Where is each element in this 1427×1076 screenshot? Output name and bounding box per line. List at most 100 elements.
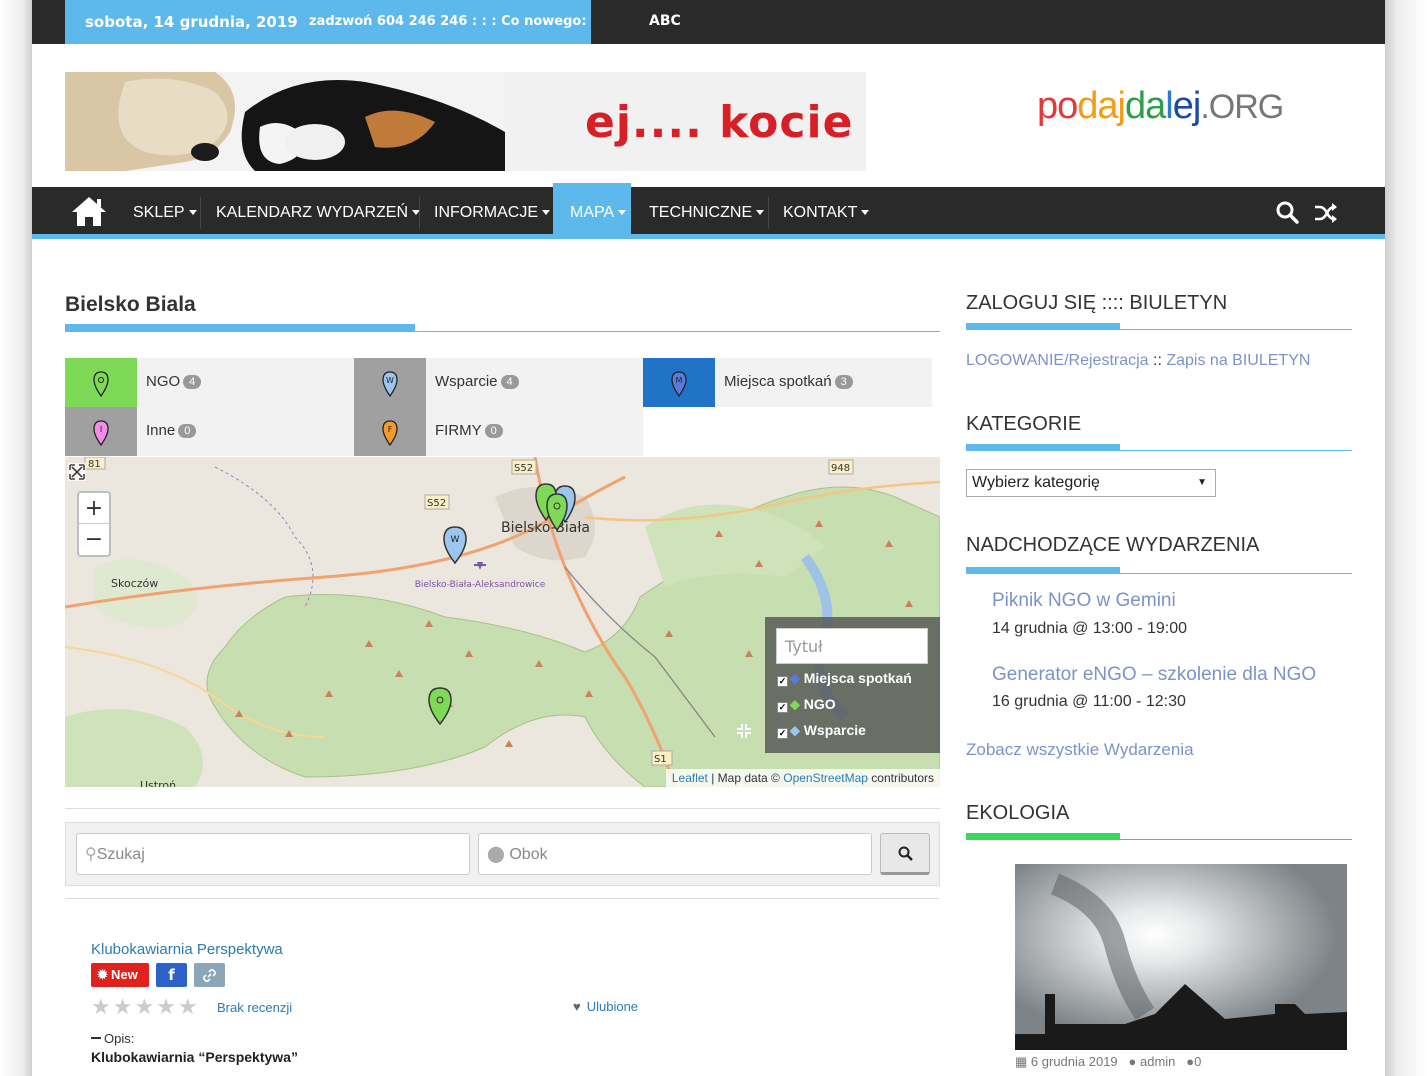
current-date: sobota, 14 grudnia, 2019 — [85, 13, 298, 31]
nav-item-kalendarz[interactable]: KALENDARZ WYDARZEŃ — [216, 187, 421, 239]
site-logo[interactable]: podajdalej.ORG — [1037, 85, 1284, 128]
zoom-out-button[interactable]: − — [79, 524, 109, 555]
category-inne[interactable]: I Inne 0 — [65, 407, 354, 456]
count-badge: 4 — [500, 375, 519, 389]
nav-item-techniczne[interactable]: TECHNICZNE — [649, 187, 765, 239]
post-author[interactable]: admin — [1140, 1054, 1175, 1069]
location-input[interactable]: ⬤ Obok — [478, 833, 872, 875]
search-submit-button[interactable] — [880, 833, 930, 875]
pin-firmy-icon: F — [354, 407, 426, 456]
pin-ngo-icon — [65, 358, 137, 407]
caret-down-icon — [756, 210, 765, 216]
new-badge: ✹ New — [91, 963, 149, 987]
search-input[interactable]: ⚲Szukaj — [76, 833, 470, 875]
widget-title-events: NADCHODZĄCE WYDARZENIA — [966, 534, 1260, 556]
fullscreen-icon[interactable] — [68, 463, 86, 481]
count-badge: 4 — [183, 375, 202, 389]
caret-down-icon — [188, 210, 197, 216]
checkbox-checked[interactable]: ✓ — [777, 728, 788, 739]
banner-slogan: ej.... kocie — [585, 97, 854, 148]
logo-org: .ORG — [1200, 88, 1284, 126]
facebook-icon[interactable]: f — [156, 963, 187, 987]
divider — [65, 808, 940, 809]
search-icon: ⚲ — [85, 846, 97, 863]
map-marker-ngo[interactable] — [427, 686, 453, 726]
comment-icon: ● — [1186, 1054, 1195, 1069]
favorite-button[interactable]: ♥ Ulubione — [573, 999, 638, 1014]
post-date[interactable]: 6 grudnia 2019 — [1031, 1054, 1118, 1069]
category-label: Inne 0 — [146, 422, 197, 439]
minus-icon[interactable] — [91, 1037, 101, 1039]
page-shadow-left — [0, 0, 32, 1076]
widget-title-ecology: EKOLOGIA — [966, 802, 1070, 824]
nav-label: MAPA — [570, 204, 615, 221]
collapse-icon[interactable] — [735, 722, 753, 740]
dog-cat-photo — [65, 72, 505, 171]
nav-label: KONTAKT — [783, 204, 858, 221]
map-marker-wsparcie[interactable]: W — [442, 525, 468, 565]
category-select[interactable]: Wybierz kategorię ▼ — [966, 469, 1216, 497]
login-links: LOGOWANIE/Rejestracja :: Zapis na BIULET… — [966, 352, 1310, 370]
pin-letter: W — [386, 376, 394, 385]
category-miejsca[interactable]: M Miejsca spotkań 3 — [643, 358, 932, 407]
layer-toggle-ngo[interactable]: ✓ ⬥ NGO — [777, 696, 836, 713]
rating-stars[interactable]: ★★★★★ — [91, 995, 200, 1020]
layer-toggle-wsparcie[interactable]: ✓ ⬥ Wsparcie — [777, 722, 866, 739]
leaflet-link[interactable]: Leaflet — [672, 771, 708, 785]
category-label: FIRMY 0 — [435, 422, 503, 439]
checkbox-checked[interactable]: ✓ — [777, 702, 788, 713]
nav-item-informacje[interactable]: INFORMACJE — [434, 187, 550, 239]
reviews-link[interactable]: Brak recenzji — [217, 1000, 292, 1015]
layer-toggle-miejsca[interactable]: ✓ ⬥ Miejsca spotkań — [777, 670, 912, 687]
search-icon — [898, 846, 913, 861]
nav-item-kontakt[interactable]: KONTAKT — [783, 187, 870, 239]
pin-miejsca-icon: M — [643, 358, 715, 407]
pin-small-icon: ⬥ — [790, 722, 800, 738]
newsletter-link[interactable]: Zapis na BIULETYN — [1166, 352, 1310, 369]
attribution-text: | Map data © — [711, 771, 780, 785]
attribution-text: contributors — [871, 771, 934, 785]
burst-icon: ✹ — [97, 967, 108, 982]
event-date: 16 grudnia @ 11:00 - 12:30 — [992, 693, 1186, 710]
zoom-control: + − — [77, 491, 111, 557]
osm-link[interactable]: OpenStreetMap — [783, 771, 868, 785]
all-events-link[interactable]: Zobacz wszystkie Wydarzenia — [966, 740, 1194, 760]
shuffle-icon[interactable] — [1314, 202, 1338, 224]
count-badge: 0 — [178, 424, 197, 438]
search-icon[interactable] — [1275, 200, 1299, 224]
event-link[interactable]: Piknik NGO w Gemini — [992, 590, 1176, 612]
nav-label: KALENDARZ WYDARZEŃ — [216, 204, 409, 221]
caret-down-icon — [618, 210, 627, 216]
link-icon[interactable] — [194, 963, 225, 987]
logo-part-2: daj — [1077, 85, 1126, 127]
nav-divider — [768, 197, 769, 229]
separator: :: — [1153, 352, 1162, 369]
category-ngo[interactable]: NGO 4 — [65, 358, 354, 407]
widget-underline — [966, 323, 1352, 330]
zoom-in-button[interactable]: + — [79, 493, 109, 524]
widget-underline — [966, 444, 1352, 451]
map-category-filters: NGO4 W Wsparcie4 M Miejsca spotkań3 I — [65, 358, 932, 458]
event-link[interactable]: Generator eNGO – szkolenie dla NGO — [992, 664, 1316, 686]
home-icon[interactable] — [70, 195, 108, 227]
title-filter-input[interactable]: Tytuł — [776, 628, 928, 664]
category-label: NGO 4 — [146, 373, 202, 390]
comment-count[interactable]: 0 — [1194, 1054, 1201, 1069]
nav-item-mapa[interactable]: MAPA — [553, 183, 631, 239]
nav-item-sklep[interactable]: SKLEP — [133, 187, 197, 239]
login-register-link[interactable]: LOGOWANIE/Rejestracja — [966, 352, 1149, 369]
logo-part-4: l — [1165, 85, 1174, 127]
nav-label: INFORMACJE — [434, 204, 538, 221]
listing-title-link[interactable]: Klubokawiarnia Perspektywa — [91, 941, 283, 958]
ecology-post-image[interactable] — [1015, 864, 1347, 1050]
widget-underline — [966, 567, 1352, 574]
map-marker-ngo-cluster[interactable] — [531, 482, 591, 537]
main-navigation: SKLEP KALENDARZ WYDARZEŃ INFORMACJE MAPA… — [32, 183, 1385, 239]
category-firmy[interactable]: F FIRMY 0 — [354, 407, 643, 456]
header-banner[interactable]: ej.... kocie — [65, 72, 866, 171]
leaflet-map[interactable]: Bielsko-Biała Bielsko-Biała-Aleksandrowi… — [65, 457, 940, 787]
category-wsparcie[interactable]: W Wsparcie 4 — [354, 358, 643, 407]
news-ticker[interactable]: ABC — [649, 13, 681, 29]
map-town-label: Skoczów — [111, 577, 158, 590]
checkbox-checked[interactable]: ✓ — [777, 676, 788, 687]
